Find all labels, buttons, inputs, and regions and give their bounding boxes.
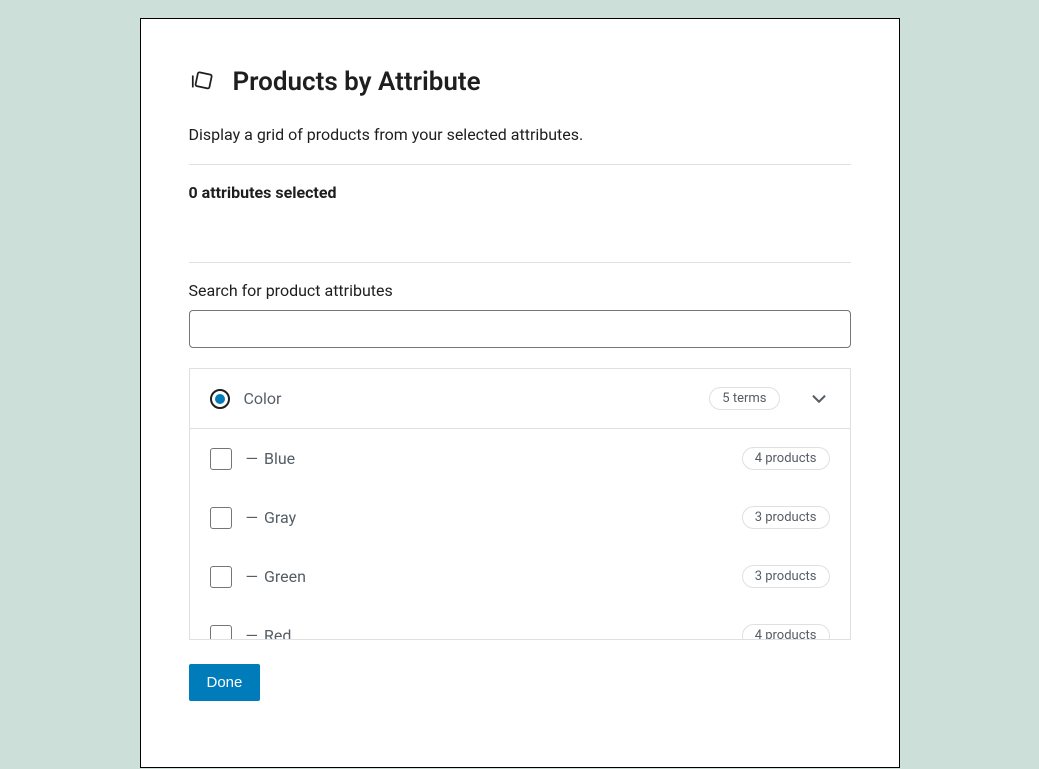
divider [189,164,851,165]
term-count-badge: 5 terms [709,387,779,410]
product-count-badge: 4 products [742,624,830,640]
search-input[interactable] [189,310,851,348]
term-label: — Gray [246,508,297,527]
selected-count-label: 0 attributes selected [189,183,851,202]
term-row-gray[interactable]: — Gray 3 products [190,488,850,547]
product-count-badge: 3 products [742,565,830,588]
checkbox-icon[interactable] [210,566,232,588]
term-row-blue[interactable]: — Blue 4 products [190,429,850,488]
checkbox-icon[interactable] [210,448,232,470]
term-row-red[interactable]: — Red 4 products [190,606,850,640]
block-description: Display a grid of products from your sel… [189,125,851,144]
term-label: — Red [246,626,292,640]
radio-selected-icon[interactable] [210,389,230,409]
attribute-row-color[interactable]: Color 5 terms [190,369,850,429]
checkbox-icon[interactable] [210,625,232,641]
term-label: — Green [246,567,306,586]
chevron-down-icon[interactable] [808,388,830,410]
search-label: Search for product attributes [189,281,851,300]
checkbox-icon[interactable] [210,507,232,529]
divider [189,262,851,263]
block-placeholder: Products by Attribute Display a grid of … [140,18,900,768]
term-row-green[interactable]: — Green 3 products [190,547,850,606]
products-by-attribute-icon [189,69,215,95]
block-header: Products by Attribute [189,67,851,97]
product-count-badge: 3 products [742,506,830,529]
block-title: Products by Attribute [233,67,481,97]
done-button[interactable]: Done [189,664,261,701]
term-label: — Blue [246,449,296,468]
attribute-listbox[interactable]: Color 5 terms — Blue 4 products — Gray 3… [189,368,851,640]
attribute-name: Color [244,389,282,408]
product-count-badge: 4 products [742,447,830,470]
